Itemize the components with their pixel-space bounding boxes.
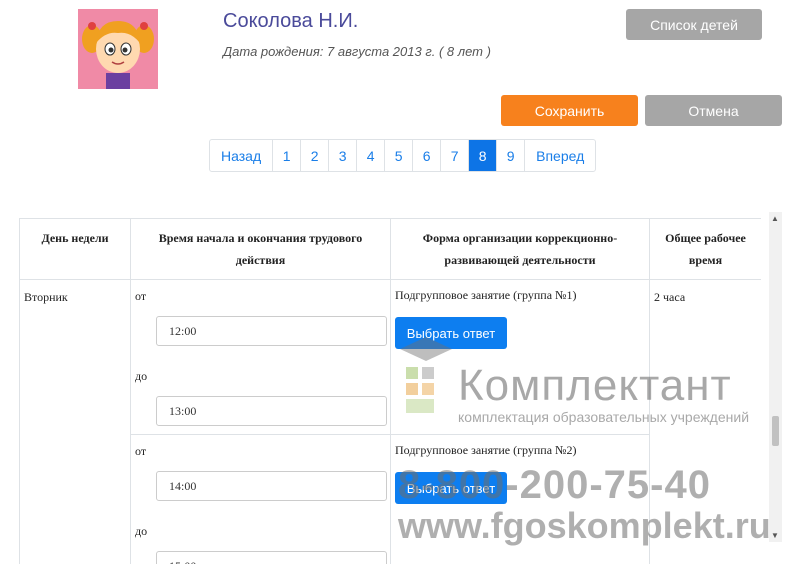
start-time-input[interactable]: 14:00: [156, 471, 387, 501]
page-link-1[interactable]: 1: [272, 140, 300, 171]
header-form: Форма организации коррекционно-развивающ…: [390, 218, 650, 280]
pagination-prev[interactable]: Назад: [210, 140, 272, 171]
table-row: Вторник от 12:00 до 13:00 Подгрупповое з…: [19, 279, 761, 564]
child-name: Соколова Н.И.: [223, 10, 359, 32]
page-link-8-active[interactable]: 8: [468, 140, 497, 171]
header-time: Время начала и окончания трудового дейст…: [130, 218, 391, 280]
day-cell: Вторник: [19, 279, 131, 564]
form-cell: Подгрупповое занятие (группа №2) Выбрать…: [390, 434, 650, 564]
time-cell: от 12:00 до 13:00: [130, 279, 391, 435]
form-cell: Подгрупповое занятие (группа №1) Выбрать…: [390, 279, 650, 435]
pagination-next[interactable]: Вперед: [524, 140, 595, 171]
table-header-row: День недели Время начала и окончания тру…: [19, 218, 761, 280]
form-text: Подгрупповое занятие (группа №2): [395, 443, 577, 457]
schedule-table: День недели Время начала и окончания тру…: [19, 218, 761, 564]
pagination: Назад 1 2 3 4 5 6 7 8 9 Вперед: [209, 139, 597, 172]
header-total: Общее рабочее время: [649, 218, 761, 280]
choose-answer-button[interactable]: Выбрать ответ: [395, 472, 507, 504]
birth-date: Дата рождения: 7 августа 2013 г. ( 8 лет…: [223, 44, 491, 59]
page-link-7[interactable]: 7: [440, 140, 468, 171]
scroll-up-arrow-icon[interactable]: ▲: [771, 214, 779, 223]
header-day: День недели: [19, 218, 131, 280]
cancel-button[interactable]: Отмена: [645, 95, 782, 126]
page-link-5[interactable]: 5: [384, 140, 412, 171]
to-label: до: [135, 369, 148, 383]
end-time-input[interactable]: 13:00: [156, 396, 387, 426]
scroll-down-arrow-icon[interactable]: ▼: [771, 531, 779, 540]
schedule-table-container[interactable]: День недели Время начала и окончания тру…: [19, 218, 761, 564]
page-link-6[interactable]: 6: [412, 140, 440, 171]
vertical-scrollbar[interactable]: ▲ ▼: [769, 212, 782, 542]
from-label: от: [135, 444, 147, 458]
page-link-4[interactable]: 4: [356, 140, 384, 171]
save-button[interactable]: Сохранить: [501, 95, 638, 126]
girl-avatar-icon: [78, 9, 158, 89]
from-label: от: [135, 289, 147, 303]
choose-answer-button[interactable]: Выбрать ответ: [395, 317, 507, 349]
scrollbar-thumb[interactable]: [772, 416, 779, 446]
start-time-input[interactable]: 12:00: [156, 316, 387, 346]
page-link-3[interactable]: 3: [328, 140, 356, 171]
end-time-input[interactable]: 15:00: [156, 551, 387, 564]
page-link-9[interactable]: 9: [496, 140, 524, 171]
children-list-button[interactable]: Список детей: [626, 9, 762, 40]
to-label: до: [135, 524, 148, 538]
total-time-cell: 2 часа: [649, 279, 761, 564]
child-avatar: [78, 9, 158, 89]
time-cell: от 14:00 до 15:00: [130, 434, 391, 564]
page-link-2[interactable]: 2: [300, 140, 328, 171]
form-text: Подгрупповое занятие (группа №1): [395, 288, 577, 302]
